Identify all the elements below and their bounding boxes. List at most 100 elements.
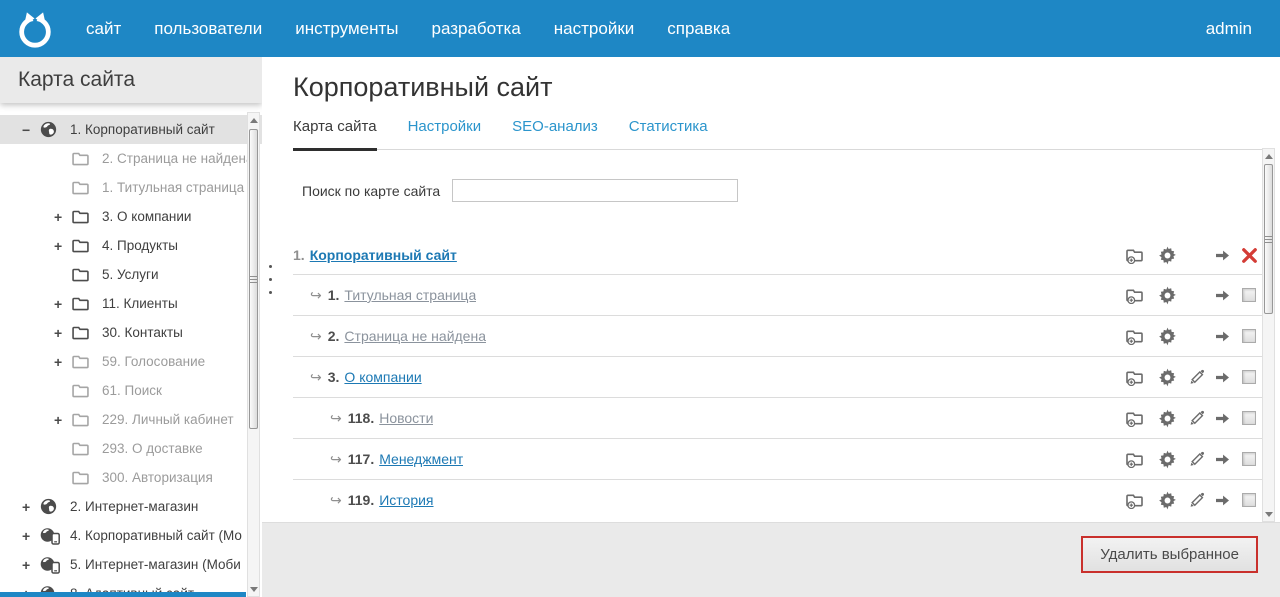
add-subpage-button[interactable] [1120, 287, 1150, 304]
nav-item-site[interactable]: сайт [86, 19, 121, 39]
tree-item[interactable]: +4. Корпоративный сайт (Мо [0, 521, 262, 550]
expand-icon[interactable]: + [54, 209, 72, 225]
scrollbar-thumb[interactable] [249, 129, 258, 429]
scroll-up-button[interactable] [1263, 149, 1274, 163]
pane-resize-handle[interactable] [267, 263, 274, 296]
tree-item[interactable]: +59. Голосование [0, 347, 262, 376]
add-subpage-button[interactable] [1120, 492, 1150, 509]
select-checkbox[interactable] [1236, 493, 1262, 507]
scroll-down-button[interactable] [1263, 507, 1274, 521]
current-user-link[interactable]: admin [1206, 19, 1252, 39]
expand-icon[interactable]: + [54, 296, 72, 312]
tree-item[interactable]: +5. Интернет-магазин (Моби [0, 550, 262, 579]
page-properties-button[interactable] [1150, 368, 1185, 387]
scrollbar-thumb[interactable] [1264, 164, 1273, 314]
page-properties-button[interactable] [1150, 246, 1185, 265]
sidebar-scrollbar[interactable] [247, 112, 260, 597]
tree-item[interactable]: 293. О доставке [0, 434, 262, 463]
umi-logo-icon[interactable] [14, 9, 56, 49]
folder-icon [72, 180, 93, 195]
tree-item-label: 61. Поиск [102, 383, 162, 398]
edit-page-button[interactable] [1185, 491, 1208, 509]
tree-item[interactable]: +4. Продукты [0, 231, 262, 260]
expand-icon[interactable]: + [22, 528, 40, 544]
scroll-up-button[interactable] [248, 113, 259, 127]
edit-page-button[interactable] [1185, 450, 1208, 468]
tree-item[interactable]: +2. Интернет-магазин [0, 492, 262, 521]
add-subpage-button[interactable] [1120, 369, 1150, 386]
tree-item-label: 229. Личный кабинет [102, 412, 234, 427]
go-to-page-button[interactable] [1208, 453, 1236, 466]
search-label: Поиск по карте сайта [302, 182, 441, 199]
subpage-arrow-icon: ↪ [310, 286, 322, 303]
expand-icon[interactable]: + [54, 238, 72, 254]
select-checkbox[interactable] [1236, 370, 1262, 384]
tree-item[interactable]: +11. Клиенты [0, 289, 262, 318]
sitemap-tree: − 1. Корпоративный сайт 2. Страница не най… [0, 103, 262, 597]
content-scrollbar[interactable] [1262, 148, 1275, 522]
select-checkbox[interactable] [1236, 288, 1262, 302]
page-properties-button[interactable] [1150, 409, 1185, 428]
tree-item[interactable]: 61. Поиск [0, 376, 262, 405]
folder-icon [72, 354, 93, 369]
add-subpage-button[interactable] [1120, 410, 1150, 427]
page-link[interactable]: Корпоративный сайт [310, 247, 457, 263]
expand-icon[interactable]: + [22, 499, 40, 515]
select-checkbox[interactable] [1236, 329, 1262, 343]
page-link[interactable]: Страница не найдена [344, 328, 486, 344]
tree-item-label: 59. Голосование [102, 354, 206, 369]
tree-item[interactable]: +3. О компании [0, 202, 262, 231]
page-properties-button[interactable] [1150, 327, 1185, 346]
page-link[interactable]: Менеджмент [379, 451, 463, 467]
edit-page-button[interactable] [1185, 409, 1208, 427]
go-to-page-button[interactable] [1208, 371, 1236, 384]
go-to-page-button[interactable] [1208, 289, 1236, 302]
select-checkbox[interactable] [1236, 452, 1262, 466]
expand-icon[interactable]: + [54, 325, 72, 341]
nav-item-development[interactable]: разработка [431, 19, 520, 39]
tree-item[interactable]: 2. Страница не найдена [0, 144, 262, 173]
nav-item-tools[interactable]: инструменты [295, 19, 398, 39]
tree-item[interactable]: 1. Титульная страница [0, 173, 262, 202]
edit-page-button[interactable] [1185, 368, 1208, 386]
tree-item-label: 5. Услуги [102, 267, 159, 282]
collapse-icon[interactable]: − [22, 122, 40, 138]
page-link[interactable]: Титульная страница [344, 287, 476, 303]
delete-page-button[interactable] [1236, 247, 1262, 264]
tab-sitemap[interactable]: Карта сайта [293, 118, 377, 135]
nav-item-help[interactable]: справка [667, 19, 730, 39]
page-title: Корпоративный сайт [293, 72, 553, 102]
expand-icon[interactable]: + [22, 557, 40, 573]
go-to-page-button[interactable] [1208, 412, 1236, 425]
tab-stats[interactable]: Статистика [629, 118, 708, 135]
page-link[interactable]: История [379, 492, 433, 508]
page-link[interactable]: Новости [379, 410, 433, 426]
tab-seo[interactable]: SEO-анализ [512, 118, 598, 135]
tab-settings[interactable]: Настройки [408, 118, 482, 135]
tree-item[interactable]: +229. Личный кабинет [0, 405, 262, 434]
page-properties-button[interactable] [1150, 286, 1185, 305]
sitemap-search-input[interactable] [452, 179, 739, 202]
add-subpage-button[interactable] [1120, 451, 1150, 468]
go-to-page-button[interactable] [1208, 330, 1236, 343]
tree-item[interactable]: 5. Услуги [0, 260, 262, 289]
add-subpage-button[interactable] [1120, 328, 1150, 345]
page-link[interactable]: О компании [344, 369, 421, 385]
expand-icon[interactable]: + [54, 412, 72, 428]
folder-icon [72, 325, 93, 340]
scroll-down-button[interactable] [248, 582, 259, 596]
page-properties-button[interactable] [1150, 450, 1185, 469]
folder-icon [72, 209, 93, 224]
go-to-page-button[interactable] [1208, 249, 1236, 262]
tree-item[interactable]: +30. Контакты [0, 318, 262, 347]
page-properties-button[interactable] [1150, 491, 1185, 510]
nav-item-settings[interactable]: настройки [554, 19, 634, 39]
tree-item[interactable]: 300. Авторизация [0, 463, 262, 492]
expand-icon[interactable]: + [54, 354, 72, 370]
nav-item-users[interactable]: пользователи [154, 19, 262, 39]
delete-selected-button[interactable]: Удалить выбранное [1081, 536, 1258, 573]
select-checkbox[interactable] [1236, 411, 1262, 425]
go-to-page-button[interactable] [1208, 494, 1236, 507]
add-subpage-button[interactable] [1120, 247, 1150, 264]
tree-item[interactable]: − 1. Корпоративный сайт [0, 115, 262, 144]
